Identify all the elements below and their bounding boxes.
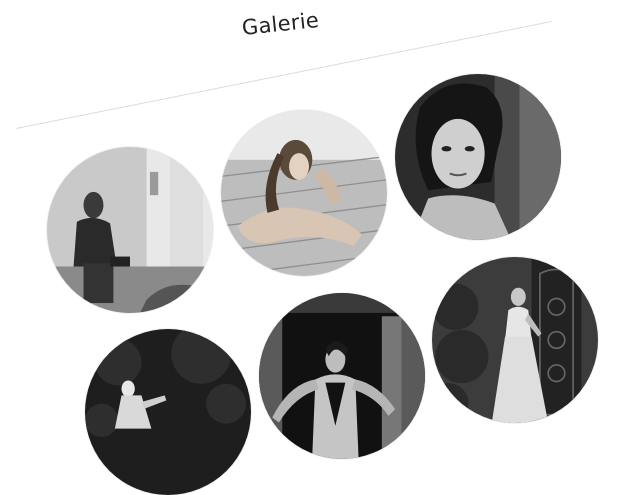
gallery-photo-5[interactable] [259, 293, 425, 459]
photo-woman-gown-garden-image [432, 257, 598, 423]
photo-man-sitting-image [47, 147, 213, 313]
photo-woman-lying-deck-image [221, 110, 387, 276]
photo-woman-portrait-closeup-image [395, 74, 561, 240]
gallery-photo-4[interactable] [85, 329, 251, 495]
photo-woman-dark-forest-image [85, 329, 251, 495]
gallery-photo-1[interactable] [47, 147, 213, 313]
gallery-photo-2[interactable] [221, 110, 387, 276]
gallery-photo-3[interactable] [395, 74, 561, 240]
photo-woman-doorway-image [259, 293, 425, 459]
gallery-photo-6[interactable] [432, 257, 598, 423]
gallery-title: Galerie [240, 7, 321, 40]
